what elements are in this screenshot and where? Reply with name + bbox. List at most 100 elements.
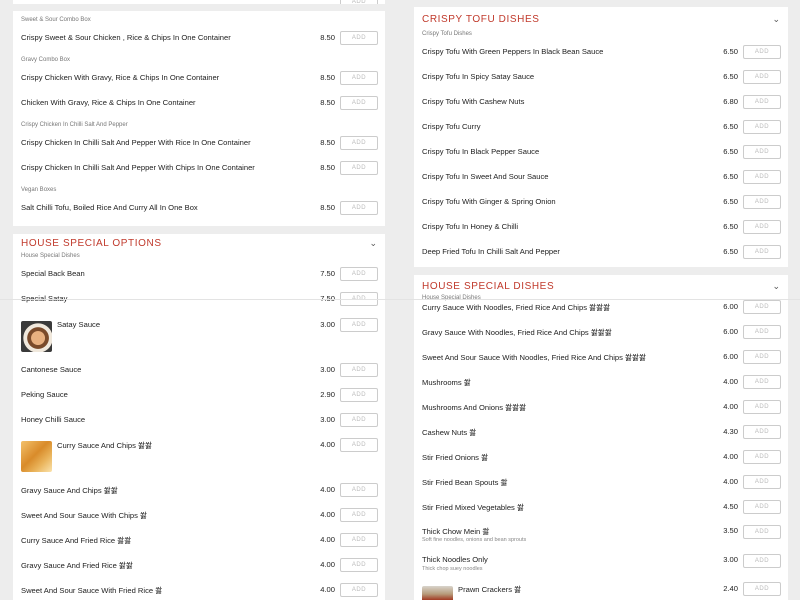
menu-item[interactable]: Gravy Sauce With Noodles, Fried Rice And… [414,324,788,344]
menu-item[interactable]: Crispy Chicken With Gravy, Rice & Chips … [13,70,385,90]
menu-item[interactable]: Crispy Tofu In Spicy Satay Sauce 6.50 AD… [414,69,788,89]
section-header-crispy-tofu-dishes[interactable]: Crispy Tofu Dishes ⌄ [414,10,788,32]
menu-item[interactable]: Thick Noodles Only Thick chop suey noodl… [414,552,788,576]
add-button[interactable]: ADD [340,267,378,281]
add-button[interactable]: ADD [743,120,781,134]
menu-item[interactable]: Stir Fried Onions 쐃 4.00 ADD [414,449,788,469]
item-name: Crispy Tofu With Ginger & Spring Onion [422,197,556,206]
add-button[interactable]: ADD [340,161,378,175]
item-price: 8.50 [320,163,335,172]
add-button[interactable]: ADD [743,325,781,339]
menu-item[interactable]: Crispy Tofu In Honey & Chilli 6.50 ADD [414,219,788,239]
add-button[interactable]: ADD [340,533,378,547]
chevron-down-icon[interactable]: ⌄ [772,281,780,292]
menu-item[interactable]: Sweet And Sour Sauce With Chips 쐃 4.00 A… [13,507,385,527]
item-name: Crispy Tofu With Cashew Nuts [422,97,525,106]
menu-item[interactable]: Special Satay 7.50 ADD [13,291,385,311]
dish-thumbnail[interactable] [422,586,453,600]
add-button[interactable]: ADD [743,45,781,59]
menu-item[interactable]: Crispy Chicken In Chilli Salt And Pepper… [13,160,385,180]
add-button[interactable]: ADD [743,375,781,389]
add-button[interactable]: ADD [743,350,781,364]
menu-item[interactable]: Deep Fried Tofu In Chilli Salt And Peppe… [414,244,788,264]
menu-item[interactable]: Stir Fried Mixed Vegetables 쐃 4.50 ADD [414,499,788,519]
menu-item[interactable]: Prawn Crackers 쐃 2.40 ADD [414,581,788,600]
item-price: 2.90 [320,390,335,399]
item-name: Gravy Sauce With Noodles, Fried Rice And… [422,328,612,337]
add-button[interactable]: ADD [743,245,781,259]
add-button[interactable]: ADD [340,558,378,572]
menu-item[interactable]: Crispy Tofu In Sweet And Sour Sauce 6.50… [414,169,788,189]
section-title: House Special Dishes [422,281,555,292]
add-button[interactable]: ADD [340,31,378,45]
menu-item[interactable]: Honey Chilli Sauce 3.00 ADD [13,412,385,432]
menu-item[interactable]: Stir Fried Bean Spouts 쐃 4.00 ADD [414,474,788,494]
add-button[interactable]: ADD [340,583,378,597]
menu-item[interactable]: Gravy Sauce And Fried Rice 쐃쐃 4.00 ADD [13,557,385,577]
add-button[interactable]: ADD [340,96,378,110]
add-button[interactable]: ADD [743,400,781,414]
menu-item[interactable]: Crispy Tofu With Green Peppers In Black … [414,44,788,64]
add-button[interactable]: ADD [743,525,781,539]
menu-item[interactable]: Crispy Tofu In Black Pepper Sauce 6.50 A… [414,144,788,164]
menu-item[interactable]: Gravy Sauce And Chips 쐃쐃 4.00 ADD [13,482,385,502]
add-button[interactable]: ADD [743,500,781,514]
add-button[interactable]: ADD [340,318,378,332]
add-button[interactable]: ADD [340,413,378,427]
menu-item[interactable]: Chicken With Gravy, Rice & Chips In One … [13,95,385,115]
menu-item[interactable]: Sweet And Sour Sauce With Noodles, Fried… [414,349,788,369]
menu-item[interactable]: Curry Sauce And Chips 쐃쐃 4.00 ADD [13,437,385,473]
item-price: 8.50 [320,73,335,82]
item-name: Cashew Nuts 쐃 [422,428,477,437]
add-button[interactable]: ADD [743,70,781,84]
item-price: 6.00 [723,302,738,311]
item-price: 6.00 [723,327,738,336]
add-button[interactable]: ADD [340,508,378,522]
menu-item[interactable]: Crispy Tofu With Ginger & Spring Onion 6… [414,194,788,214]
menu-item[interactable]: Peking Sauce 2.90 ADD [13,387,385,407]
menu-item[interactable]: Mushrooms And Onions 쐃쐃쐃 4.00 ADD [414,399,788,419]
add-button[interactable]: ADD [340,363,378,377]
add-button[interactable]: ADD [743,425,781,439]
item-name: Crispy Tofu In Sweet And Sour Sauce [422,172,549,181]
add-button[interactable]: ADD [743,195,781,209]
add-button[interactable]: ADD [340,71,378,85]
add-button[interactable]: ADD [743,300,781,314]
item-price: 4.00 [320,440,335,449]
chevron-down-icon[interactable]: ⌄ [369,238,377,249]
menu-item[interactable]: Special Back Bean 7.50 ADD [13,266,385,286]
add-button[interactable]: ADD [340,388,378,402]
menu-item[interactable]: Crispy Tofu With Cashew Nuts 6.80 ADD [414,94,788,114]
add-button[interactable]: ADD [340,438,378,452]
add-button[interactable]: ADD [743,145,781,159]
menu-item[interactable]: Cashew Nuts 쐃 4.30 ADD [414,424,788,444]
add-button[interactable]: ADD [743,220,781,234]
chevron-down-icon[interactable]: ⌄ [772,14,780,25]
add-button[interactable]: ADD [743,450,781,464]
menu-item[interactable]: Curry Sauce With Noodles, Fried Rice And… [414,299,788,319]
menu-item[interactable]: Salt Chilli Tofu, Boiled Rice And Curry … [13,200,385,220]
menu-item[interactable]: Satay Sauce 3.00 ADD [13,317,385,353]
item-price: 6.50 [723,172,738,181]
menu-item[interactable]: Cantonese Sauce 3.00 ADD [13,362,385,382]
item-name: Crispy Chicken In Chilli Salt And Pepper… [21,163,255,172]
add-button[interactable]: ADD [340,136,378,150]
add-button[interactable]: ADD [743,475,781,489]
dish-thumbnail[interactable] [21,441,52,472]
add-button[interactable]: ADD [743,170,781,184]
add-button[interactable]: ADD [743,554,781,568]
menu-item[interactable]: Sweet And Sour Sauce With Fried Rice 쐃 4… [13,582,385,600]
add-button[interactable]: ADD [743,582,781,596]
menu-item[interactable]: Crispy Chicken In Chilli Salt And Pepper… [13,135,385,155]
subheading: House Special Dishes [21,253,80,259]
menu-item[interactable]: Crispy Sweet & Sour Chicken , Rice & Chi… [13,30,385,50]
add-button[interactable]: ADD [743,95,781,109]
item-name: Prawn Crackers 쐃 [458,585,522,594]
menu-item[interactable]: Mushrooms 쐃 4.00 ADD [414,374,788,394]
add-button[interactable]: ADD [340,483,378,497]
dish-thumbnail[interactable] [21,321,52,352]
menu-item[interactable]: Thick Chow Mein 쐃 Soft fine noodles, oni… [414,523,788,547]
menu-item[interactable]: Curry Sauce And Fried Rice 쐃쐃 4.00 ADD [13,532,385,552]
menu-item[interactable]: Crispy Tofu Curry 6.50 ADD [414,119,788,139]
add-button[interactable]: ADD [340,201,378,215]
